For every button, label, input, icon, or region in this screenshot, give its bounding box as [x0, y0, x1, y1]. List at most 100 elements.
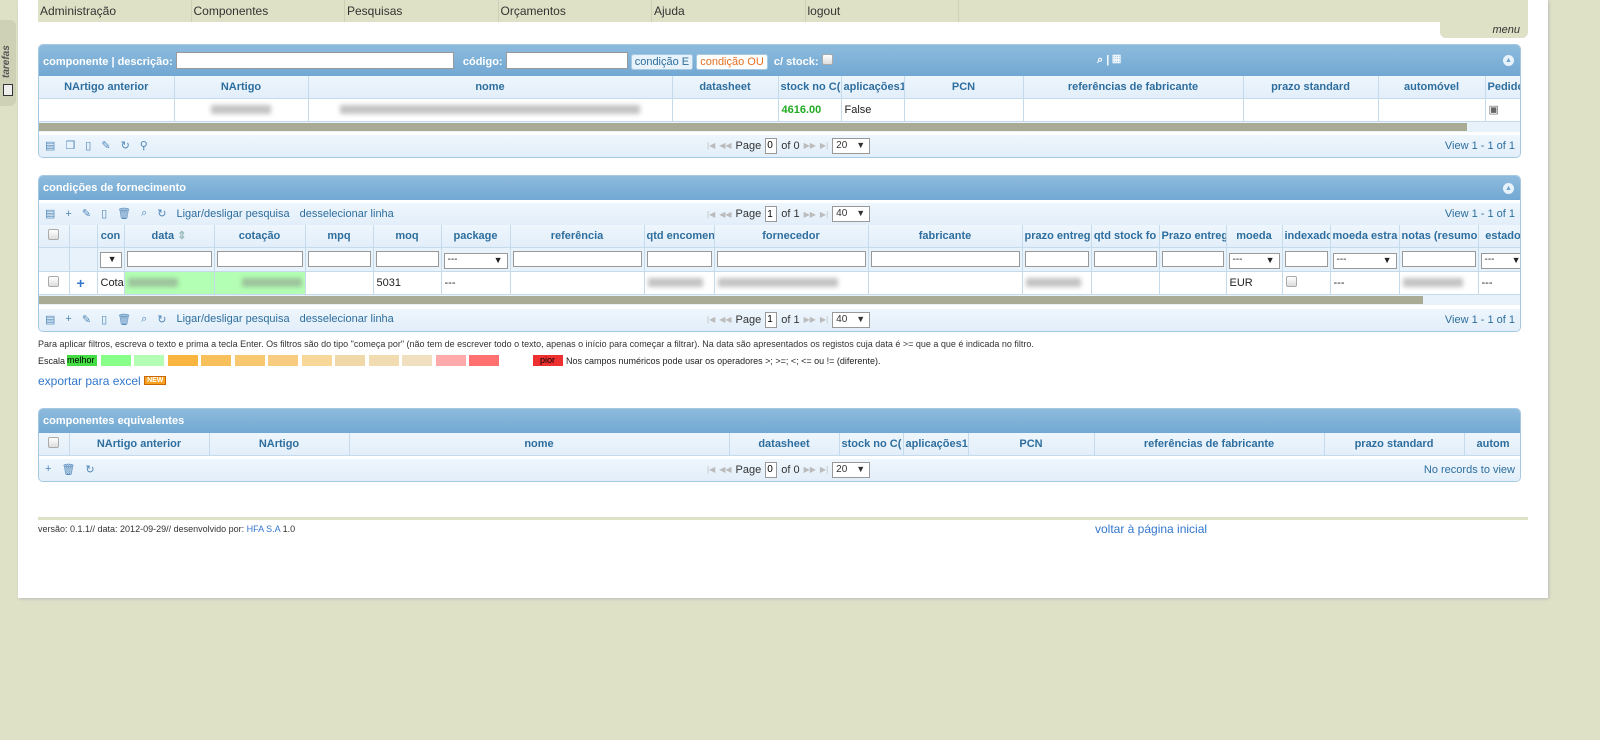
stock-checkbox[interactable]	[821, 54, 833, 65]
prev-page-icon[interactable]: ◀◀	[719, 315, 731, 324]
rows-per-page-select[interactable]: 40	[832, 206, 871, 222]
sort-icon[interactable]: ⇕	[174, 230, 186, 242]
column-header[interactable]: prazo entreg	[1022, 225, 1092, 248]
column-header[interactable]: stock no C(	[839, 433, 904, 456]
next-page-icon[interactable]: ▶▶	[804, 465, 816, 474]
filter-input[interactable]	[1401, 251, 1476, 267]
filter-select[interactable]: ---	[1332, 253, 1397, 269]
column-header[interactable]: qtd encomen	[644, 225, 715, 248]
tarefas-tab[interactable]: tarefas	[0, 20, 16, 106]
column-header[interactable]: autom	[1464, 433, 1520, 456]
select-all-checkbox[interactable]	[48, 436, 60, 448]
nav-componentes[interactable]: Componentes	[192, 0, 345, 22]
menu-toggle[interactable]: menu	[1440, 22, 1528, 38]
column-header[interactable]: qtd stock fo	[1091, 225, 1160, 248]
column-header[interactable]: PCN	[968, 433, 1095, 456]
copy-icon[interactable]: ❐	[65, 139, 75, 152]
column-header[interactable]: Prazo entreg	[1159, 225, 1227, 248]
filter-input[interactable]	[216, 251, 303, 267]
column-header[interactable]: PCN	[904, 76, 1024, 99]
nav-logout[interactable]: logout	[806, 0, 959, 22]
column-header[interactable]: indexado	[1282, 225, 1331, 248]
row-checkbox[interactable]	[48, 275, 60, 287]
new-icon[interactable]: ▯	[101, 313, 107, 326]
nav-orcamentos[interactable]: Orçamentos	[499, 0, 652, 22]
comment-icon[interactable]: ▤	[45, 207, 55, 220]
table-row[interactable]: + Cota 5031 --- EUR --- ---	[39, 271, 1520, 295]
rows-per-page-select[interactable]: 20	[832, 137, 871, 154]
filter-input[interactable]	[1284, 251, 1328, 267]
page-input[interactable]	[765, 461, 778, 478]
filter-select[interactable]	[99, 251, 122, 268]
column-header[interactable]: aplicações1	[841, 76, 905, 99]
delete-icon[interactable]: 🗑	[117, 207, 131, 220]
column-header[interactable]: datasheet	[729, 433, 840, 456]
filter-input[interactable]	[1093, 251, 1157, 267]
column-header[interactable]: NArtigo	[209, 433, 350, 456]
column-header[interactable]: nome	[308, 76, 673, 99]
column-header[interactable]: nome	[349, 433, 730, 456]
export-excel-link[interactable]: exportar para excel	[38, 374, 141, 388]
column-header[interactable]: automóvel	[1378, 76, 1486, 99]
codigo-input[interactable]	[505, 52, 628, 70]
search-icon[interactable]: ⌕	[141, 313, 147, 326]
add-icon[interactable]: +	[65, 208, 71, 220]
column-header[interactable]: stock no C(	[778, 76, 842, 99]
column-header[interactable]: fabricante	[868, 225, 1023, 248]
column-header[interactable]: referências de fabricante	[1023, 76, 1244, 99]
column-header[interactable]: referências de fabricante	[1094, 433, 1325, 456]
new-icon[interactable]: ▯	[101, 207, 107, 220]
column-header[interactable]	[69, 225, 98, 248]
edit-icon[interactable]: ✎	[82, 313, 91, 326]
column-header[interactable]: mpq	[305, 225, 374, 248]
horizontal-scrollbar[interactable]	[39, 294, 1520, 305]
column-header[interactable]: NArtigo	[174, 76, 309, 99]
column-header[interactable]: moeda estra	[1330, 225, 1400, 248]
indexado-checkbox[interactable]	[1285, 275, 1297, 287]
nav-ajuda[interactable]: Ajuda	[652, 0, 806, 22]
add-icon[interactable]: +	[65, 313, 71, 325]
rows-per-page-select[interactable]: 20	[832, 461, 871, 478]
column-header[interactable]: prazo standard	[1324, 433, 1465, 456]
search-icon[interactable]: ⌕	[141, 207, 147, 220]
edit-icon[interactable]: ✎	[82, 207, 91, 220]
horizontal-scrollbar[interactable]	[39, 121, 1520, 132]
order-icon[interactable]: ▣	[1489, 104, 1499, 116]
nav-administracao[interactable]: Administração	[38, 0, 192, 22]
first-page-icon[interactable]: |◀	[707, 465, 715, 474]
page-input[interactable]	[765, 137, 778, 154]
column-header[interactable]: package	[441, 225, 511, 248]
prev-page-icon[interactable]: ◀◀	[719, 465, 731, 474]
refresh-icon[interactable]: ↻	[85, 463, 94, 476]
refresh-icon[interactable]: ↻	[157, 207, 166, 220]
column-header[interactable]	[39, 225, 70, 248]
comment-icon[interactable]: ▤	[45, 139, 55, 152]
column-header[interactable]: referência	[510, 225, 645, 248]
add-icon[interactable]: +	[45, 463, 51, 475]
new-icon[interactable]: ▯	[85, 139, 91, 152]
column-header[interactable]	[39, 433, 70, 456]
last-page-icon[interactable]: ▶|	[820, 465, 828, 474]
condicao-ou-button[interactable]: condição OU	[696, 54, 768, 70]
last-page-icon[interactable]: ▶|	[820, 315, 828, 324]
filter-select[interactable]: ---	[443, 253, 508, 269]
link-icon[interactable]: ⚲	[140, 139, 148, 152]
filter-input[interactable]	[375, 251, 439, 267]
edit-icon[interactable]: ✎	[101, 139, 110, 152]
next-page-icon[interactable]: ▶▶	[804, 141, 816, 150]
column-header[interactable]: moeda	[1226, 225, 1283, 248]
collapse-icon[interactable]: ▲	[1503, 183, 1514, 194]
filter-input[interactable]	[1024, 251, 1089, 267]
nav-pesquisas[interactable]: Pesquisas	[345, 0, 499, 22]
toggle-search-button[interactable]: Ligar/desligar pesquisa	[176, 313, 289, 325]
filter-input[interactable]	[126, 251, 212, 267]
last-page-icon[interactable]: ▶|	[820, 210, 828, 219]
rows-per-page-select[interactable]: 40	[832, 311, 871, 328]
first-page-icon[interactable]: |◀	[707, 210, 715, 219]
refresh-icon[interactable]: ↻	[121, 139, 130, 152]
search-icon[interactable]: ⌕ | ▦	[1097, 54, 1121, 67]
back-home-link[interactable]: voltar à página inicial	[1095, 522, 1207, 536]
column-header[interactable]: NArtigo anterior	[69, 433, 210, 456]
column-header[interactable]: prazo standard	[1243, 76, 1379, 99]
delete-icon[interactable]: 🗑	[117, 313, 131, 326]
